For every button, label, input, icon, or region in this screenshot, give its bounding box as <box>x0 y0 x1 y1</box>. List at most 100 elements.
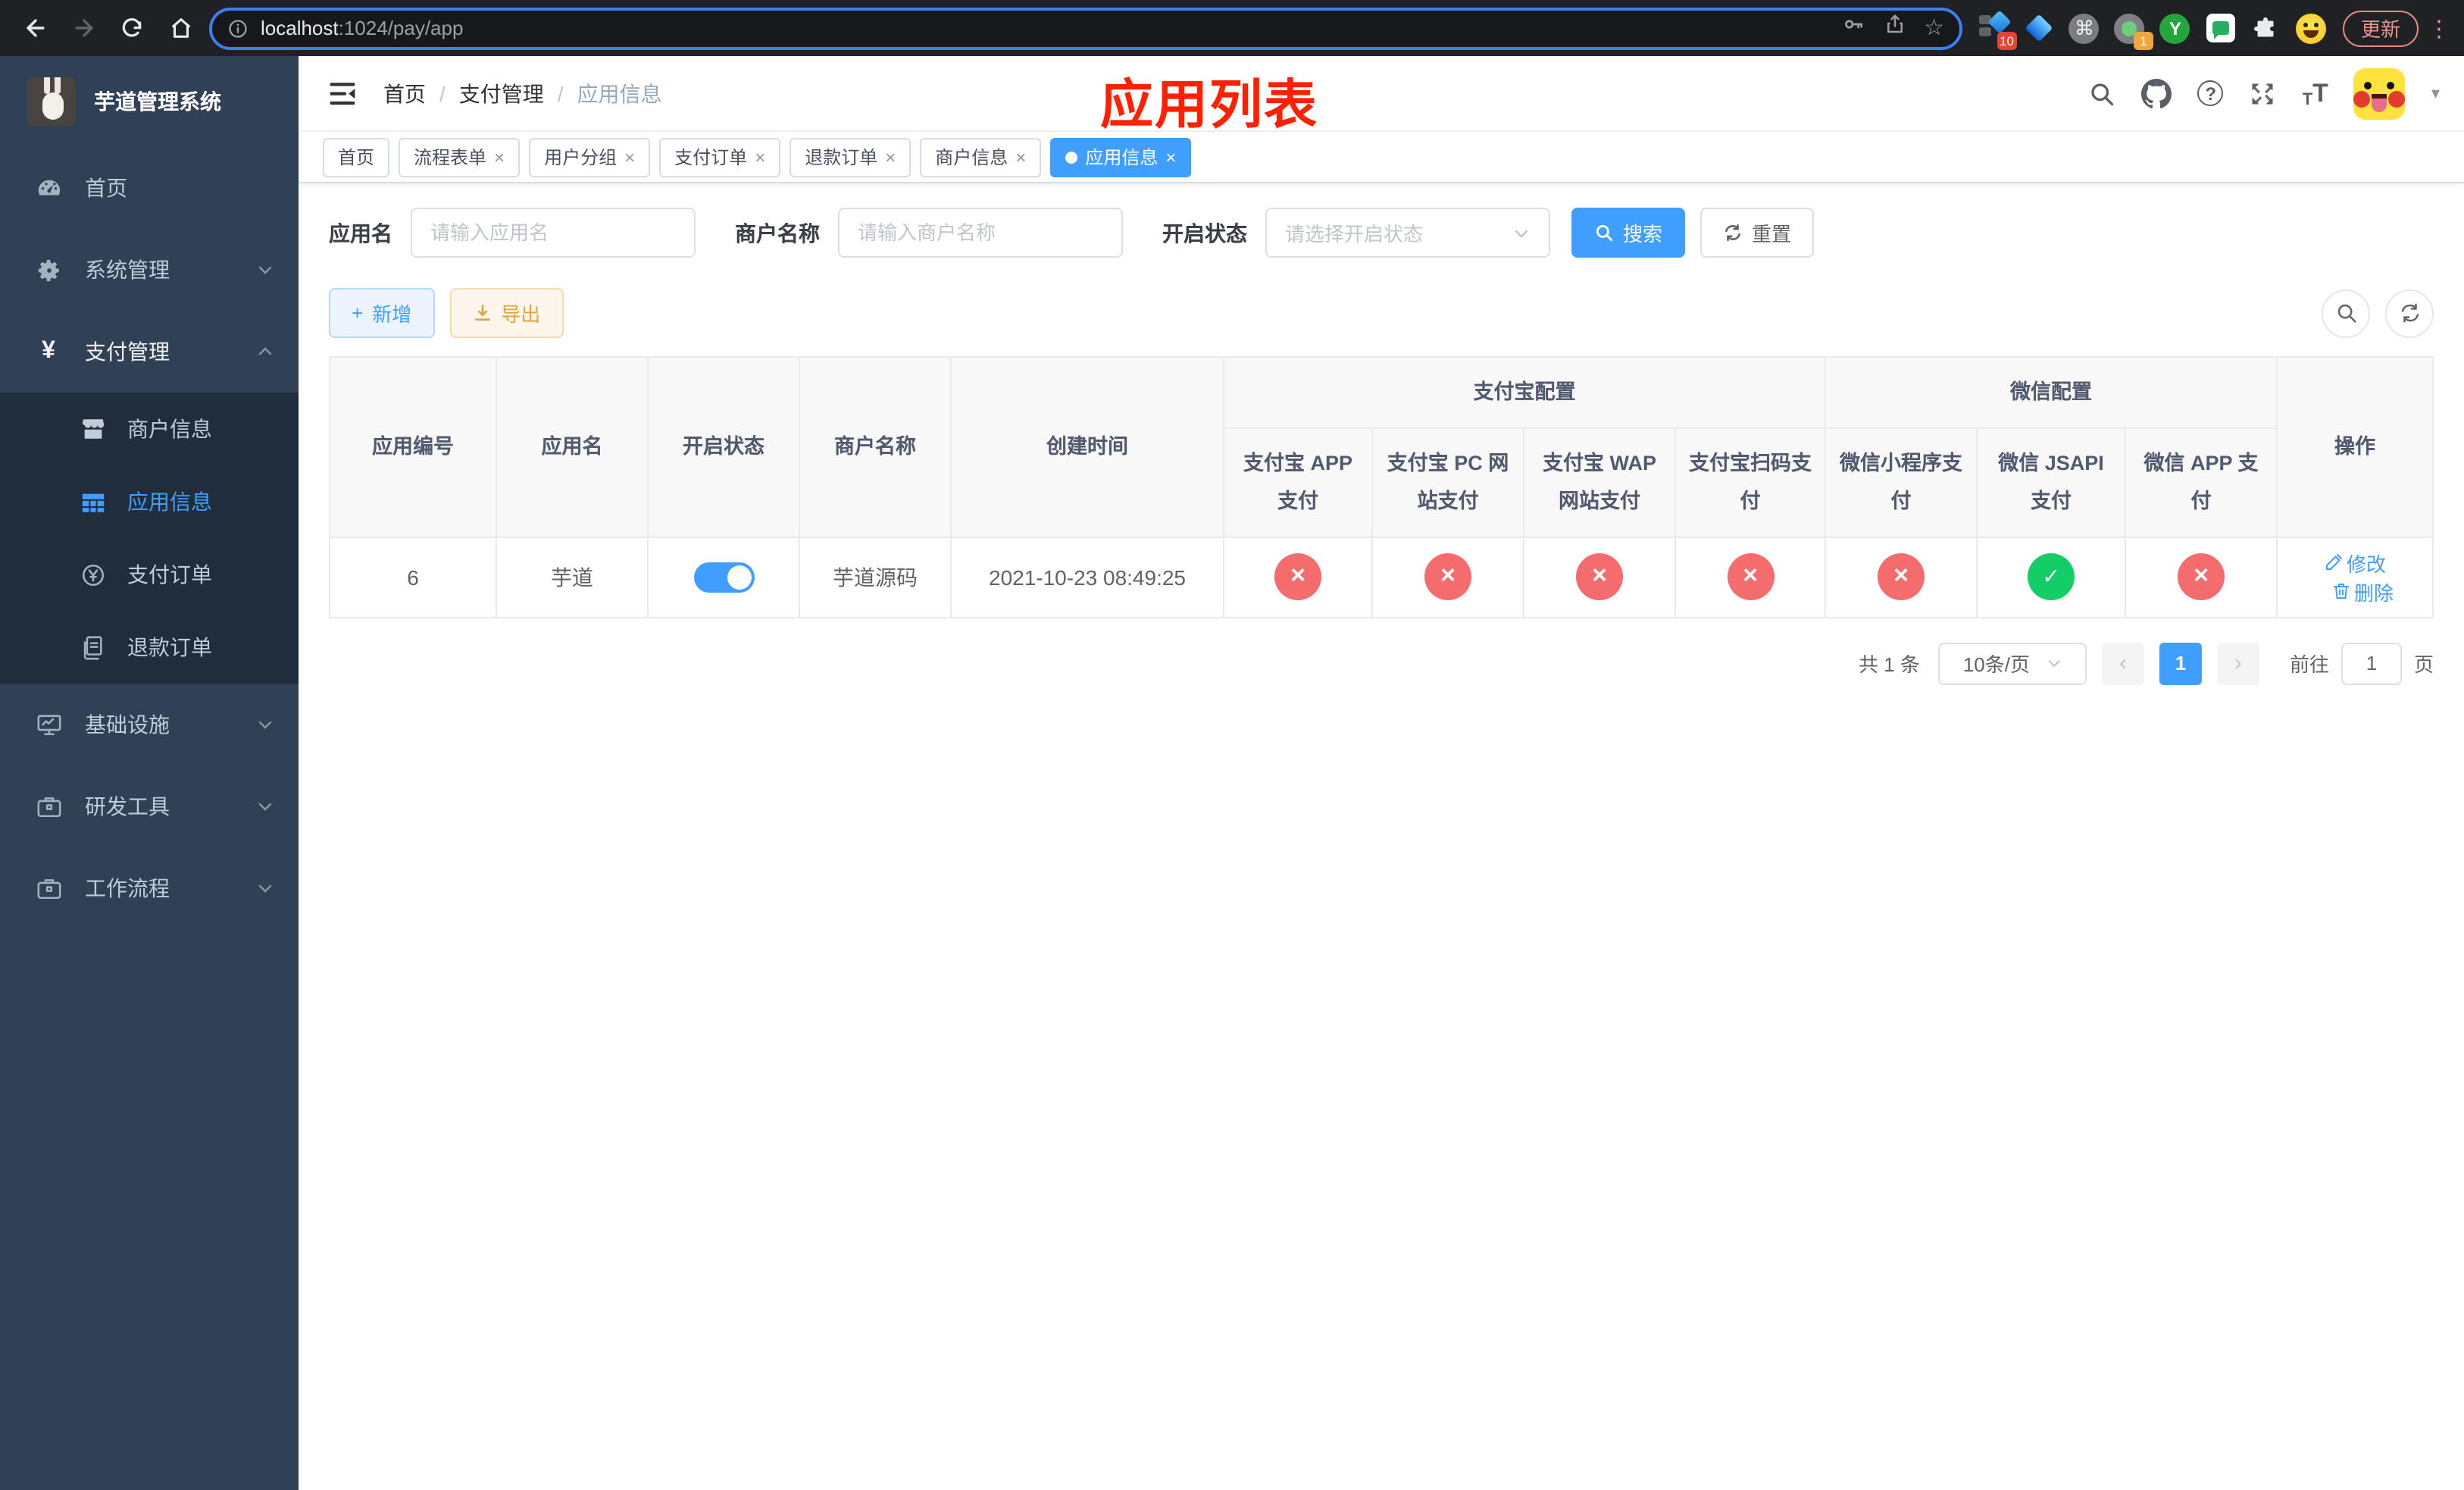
tab-pay-order[interactable]: 支付订单 × <box>659 137 781 177</box>
sidebar-item-label: 商户信息 <box>127 417 212 441</box>
next-page-button[interactable]: › <box>2216 642 2259 685</box>
sidebar-item-home[interactable]: 首页 <box>0 147 299 229</box>
merchant-name-input[interactable] <box>838 208 1123 258</box>
add-button[interactable]: + 新增 <box>329 288 435 338</box>
sidebar-item-merchant-info[interactable]: 商户信息 <box>0 393 299 465</box>
fullscreen-icon[interactable] <box>2250 80 2277 107</box>
reload-icon[interactable] <box>112 8 152 48</box>
page-title-annotation: 应用列表 <box>1100 76 1319 135</box>
tab-app-info[interactable]: 应用信息 × <box>1050 137 1192 177</box>
forward-icon[interactable] <box>64 8 103 48</box>
extensions-puzzle-icon[interactable] <box>2250 12 2282 44</box>
table-grid-icon <box>76 490 109 513</box>
prev-page-button[interactable]: ‹ <box>2101 642 2144 685</box>
sidebar-item-refund-order[interactable]: 退款订单 <box>0 611 299 684</box>
tab-process-form[interactable]: 流程表单 × <box>399 137 521 177</box>
browser-menu-icon[interactable]: ⋮ <box>2428 14 2450 42</box>
extension-kite-icon[interactable] <box>2023 12 2055 44</box>
sidebar-menu: 首页 系统管理 ¥ 支付管理 商户信息 应用信息 支付订单 退款订单 基础设施 … <box>0 147 299 1490</box>
profile-avatar-icon[interactable] <box>2296 12 2328 44</box>
sidebar-item-system[interactable]: 系统管理 <box>0 229 299 311</box>
search-icon <box>2337 304 2356 323</box>
breadcrumb-section[interactable]: 支付管理 <box>459 78 544 108</box>
sidebar-collapse-icon[interactable] <box>323 74 362 113</box>
extension-grid-icon[interactable]: 10 <box>1978 10 2017 50</box>
url-text[interactable]: localhost:1024/pay/app <box>261 17 1828 39</box>
status-toggle[interactable] <box>693 562 754 593</box>
back-icon[interactable] <box>15 8 55 48</box>
col-wx-jsapi: 微信 JSAPI 支付 <box>1976 427 2126 538</box>
site-info-icon[interactable] <box>227 17 249 39</box>
close-icon[interactable]: × <box>1165 148 1176 166</box>
font-size-icon[interactable]: TT <box>2303 78 2328 108</box>
sidebar-item-dev-tools[interactable]: 研发工具 <box>0 765 299 847</box>
chevron-down-icon <box>256 797 274 815</box>
user-avatar[interactable] <box>2353 67 2406 119</box>
extension-command-icon[interactable]: ⌘ <box>2068 12 2100 44</box>
status-select[interactable]: 请选择开启状态 <box>1265 208 1550 258</box>
chevron-down-icon <box>2047 660 2059 668</box>
col-wx-mini: 微信小程序支付 <box>1825 427 1978 538</box>
page-size-select[interactable]: 10条/页 <box>1937 642 2087 685</box>
cell-app-name: 芋道 <box>496 536 649 618</box>
reset-button[interactable]: 重置 <box>1700 208 1815 258</box>
chrome-update-button[interactable]: 更新 <box>2342 10 2419 46</box>
app-logo[interactable]: 芋道管理系统 <box>0 56 299 147</box>
github-icon[interactable] <box>2141 78 2172 108</box>
tab-home[interactable]: 首页 <box>323 137 390 177</box>
trash-icon <box>2333 584 2348 599</box>
extension-badge: 1 <box>2133 32 2153 50</box>
chevron-down-icon <box>256 261 274 279</box>
sidebar-item-pay-order[interactable]: 支付订单 <box>0 538 299 611</box>
close-icon[interactable]: × <box>624 148 635 166</box>
close-icon[interactable]: × <box>1015 148 1026 166</box>
page-number-1[interactable]: 1 <box>2159 642 2202 685</box>
sidebar-item-infra[interactable]: 基础设施 <box>0 684 299 765</box>
documents-icon <box>76 634 109 660</box>
refresh-table-button[interactable] <box>2385 289 2434 337</box>
password-key-icon[interactable] <box>1840 12 1865 44</box>
header-search-icon[interactable] <box>2089 80 2116 107</box>
close-icon[interactable]: × <box>494 148 505 166</box>
delete-button[interactable]: 删除 <box>2331 578 2394 606</box>
extension-recorder-icon[interactable]: 1 <box>2114 12 2153 50</box>
col-app-name: 应用名 <box>496 356 649 538</box>
bookmark-star-icon[interactable]: ☆ <box>1924 17 1944 39</box>
toggle-search-button[interactable] <box>2322 289 2370 337</box>
export-button[interactable]: 导出 <box>449 288 564 338</box>
search-button[interactable]: 搜索 <box>1571 208 1686 258</box>
close-icon[interactable]: × <box>885 148 896 166</box>
col-app-id: 应用编号 <box>329 356 497 538</box>
tags-view: 首页 流程表单 × 用户分组 × 支付订单 × 退款订单 × 商户信息 × 应用… <box>299 132 2464 183</box>
cell-app-id: 6 <box>329 536 497 618</box>
sidebar-item-label: 应用信息 <box>127 490 212 514</box>
top-navbar: 首页 / 支付管理 / 应用信息 应用列表 ? T T ▾ <box>299 56 2464 135</box>
help-icon[interactable]: ? <box>2197 80 2224 106</box>
download-icon <box>474 304 490 321</box>
extension-y-icon[interactable]: Y <box>2159 12 2191 44</box>
sidebar-item-app-info[interactable]: 应用信息 <box>0 465 299 538</box>
goto-page-input[interactable] <box>2340 642 2402 685</box>
sidebar-item-workflow[interactable]: 工作流程 <box>0 847 299 929</box>
sidebar-item-payment[interactable]: ¥ 支付管理 <box>0 311 299 393</box>
tab-merchant-info[interactable]: 商户信息 × <box>920 137 1042 177</box>
pagination-total: 共 1 条 <box>1859 653 1920 677</box>
extension-messenger-icon[interactable] <box>2205 12 2237 44</box>
goto-label: 前往 <box>2289 653 2329 677</box>
edit-button[interactable]: 修改 <box>2324 549 2386 578</box>
url-bar[interactable]: localhost:1024/pay/app ☆ <box>209 7 1962 49</box>
breadcrumb-home[interactable]: 首页 <box>383 78 426 108</box>
close-icon[interactable]: × <box>755 148 765 166</box>
tab-user-group[interactable]: 用户分组 × <box>529 137 651 177</box>
share-icon[interactable] <box>1883 12 1906 44</box>
home-icon[interactable] <box>161 8 200 48</box>
plus-icon: + <box>352 302 364 324</box>
app-name-input[interactable] <box>411 208 696 258</box>
alipay-app-status-icon <box>1274 553 1321 601</box>
col-actions: 操作 <box>2276 356 2434 538</box>
tab-refund-order[interactable]: 退款订单 × <box>790 137 911 177</box>
col-alipay-pc: 支付宝 PC 网站支付 <box>1371 427 1524 538</box>
col-alipay-app: 支付宝 APP 支付 <box>1223 427 1373 538</box>
breadcrumb-current: 应用信息 <box>577 81 662 105</box>
avatar-caret-icon[interactable]: ▾ <box>2431 83 2440 103</box>
